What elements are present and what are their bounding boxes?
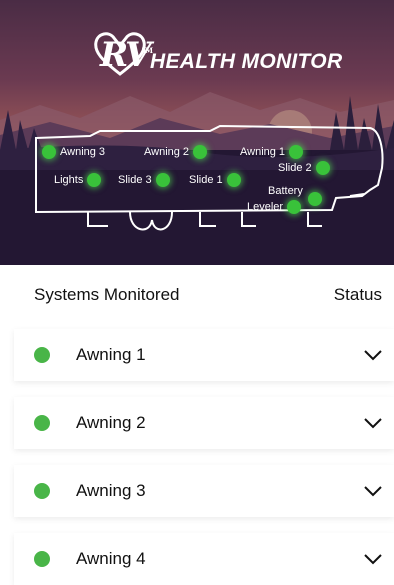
hotspot-slide-3[interactable]: Slide 3 xyxy=(118,173,170,187)
header-systems-monitored: Systems Monitored xyxy=(34,285,180,304)
chevron-down-icon[interactable] xyxy=(362,549,384,569)
hotspot-awning-2[interactable]: Awning 2 xyxy=(144,145,208,159)
header-status: Status xyxy=(333,285,382,304)
status-indicator xyxy=(34,483,50,499)
status-indicator xyxy=(34,347,50,363)
hotspot-label: Awning 2 xyxy=(144,146,190,158)
status-dot xyxy=(42,145,56,159)
chevron-down-icon[interactable] xyxy=(362,345,384,365)
hotspot-label: Slide 3 xyxy=(118,174,152,186)
hotspot-slide-2[interactable]: Slide 2 xyxy=(278,161,330,175)
system-name: Awning 2 xyxy=(76,413,146,432)
hotspot-label: Slide 2 xyxy=(278,162,312,174)
hero-banner: RV TM HEALTH MONITOR Awning 3 Awning 2 A… xyxy=(0,0,394,265)
hotspot-leveler[interactable]: Leveler xyxy=(247,200,302,214)
hotspot-label: Leveler xyxy=(247,201,284,213)
chevron-down-icon[interactable] xyxy=(362,481,384,501)
system-row-awning-2[interactable]: Awning 2 xyxy=(14,397,394,449)
hotspot-slide-1[interactable]: Slide 1 xyxy=(189,173,241,187)
system-name: Awning 4 xyxy=(76,549,146,568)
battery-status-dot[interactable] xyxy=(308,192,322,206)
hotspot-label: Lights xyxy=(54,174,84,186)
status-dot xyxy=(87,173,102,187)
status-dot xyxy=(226,173,241,187)
hotspot-label: Awning 3 xyxy=(60,146,106,158)
status-dot xyxy=(193,145,208,159)
status-dot xyxy=(315,161,330,175)
hotspot-label: Awning 1 xyxy=(240,146,286,158)
hotspot-lights[interactable]: Lights xyxy=(54,173,102,187)
system-name: Awning 1 xyxy=(76,345,146,364)
status-dot xyxy=(289,145,304,159)
status-dot xyxy=(155,173,170,187)
systems-list-header: Systems Monitored Status xyxy=(0,265,394,325)
hotspot-awning-1[interactable]: Awning 1 xyxy=(240,145,304,159)
status-indicator xyxy=(34,551,50,567)
hotspot-awning-3[interactable]: Awning 3 xyxy=(42,145,105,159)
chevron-down-icon[interactable] xyxy=(362,413,384,433)
system-row-awning-3[interactable]: Awning 3 xyxy=(14,465,394,517)
status-indicator xyxy=(34,415,50,431)
status-dot xyxy=(287,200,302,214)
hotspot-label: Battery xyxy=(268,185,303,197)
hotspot-battery[interactable]: Battery xyxy=(268,185,303,197)
hotspot-label: Slide 1 xyxy=(189,174,223,186)
system-row-awning-1[interactable]: Awning 1 xyxy=(14,329,394,381)
rv-outline-diagram xyxy=(35,124,384,231)
system-name: Awning 3 xyxy=(76,481,146,500)
system-row-awning-4[interactable]: Awning 4 xyxy=(14,533,394,585)
